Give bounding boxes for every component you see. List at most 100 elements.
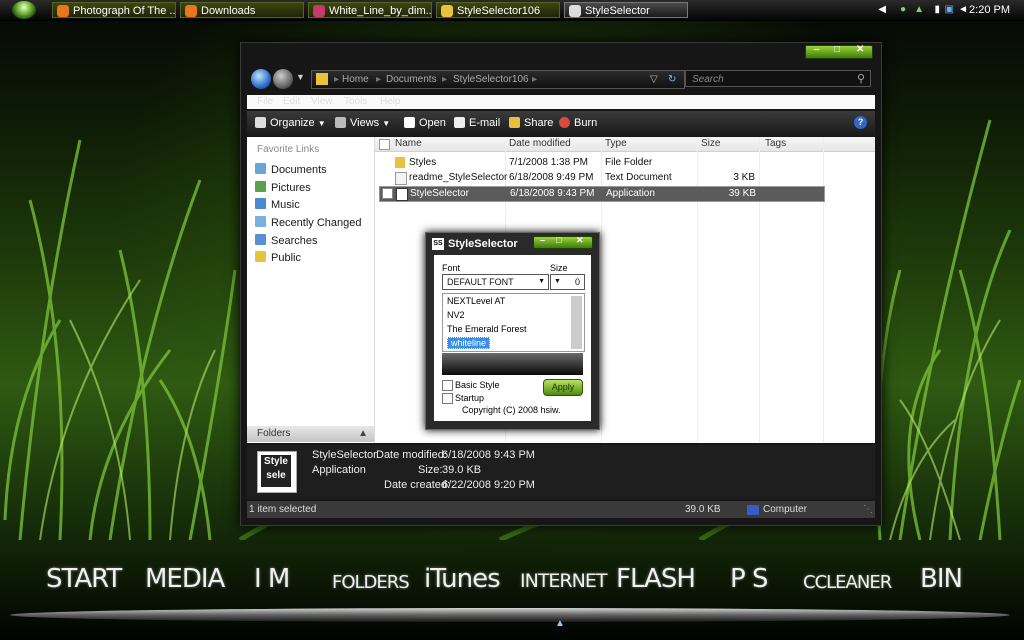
breadcrumb-home[interactable]: Home <box>342 71 369 88</box>
maximize-icon[interactable]: □ <box>556 235 561 245</box>
battery-icon[interactable]: ▮ <box>934 4 940 15</box>
back-icon[interactable] <box>251 69 271 89</box>
search-input[interactable]: Search <box>685 70 871 87</box>
volume-icon[interactable]: ◄ <box>958 4 968 15</box>
dock-item-flash[interactable]: FLASH <box>616 564 696 594</box>
network-icon[interactable]: ▲ <box>914 4 924 15</box>
details-date-modified: 6/18/2008 9:43 PM <box>442 449 535 461</box>
email-button[interactable]: E-mail <box>454 117 500 129</box>
column-name[interactable]: Name <box>395 138 422 149</box>
column-size[interactable]: Size <box>701 138 720 149</box>
copyright-text: Copyright (C) 2008 hsiw. <box>462 405 561 415</box>
share-button[interactable]: Share <box>509 117 553 129</box>
document-icon <box>404 117 415 128</box>
help-icon[interactable]: ? <box>854 116 867 129</box>
styleselector-dialog: SS StyleSelector – □ ✕ Font Size DEFAULT… <box>425 232 600 430</box>
file-size: 3 KB <box>733 172 755 183</box>
breadcrumb-styleselector106[interactable]: StyleSelector106 <box>453 71 529 88</box>
folders-bar[interactable]: Folders ▲ <box>247 426 374 442</box>
dock-item-ccleaner[interactable]: CCLEANER <box>803 572 892 593</box>
dock-item-folders[interactable]: FOLDERS <box>332 572 410 593</box>
start-orb[interactable] <box>12 1 36 19</box>
menu-help[interactable]: Help <box>380 95 401 109</box>
task-button-styleselector106[interactable]: StyleSelector106 <box>436 2 560 18</box>
basic-style-checkbox[interactable] <box>442 380 453 391</box>
details-size: 39.0 KB <box>442 464 482 476</box>
nav-item-documents[interactable]: Documents <box>255 163 327 176</box>
row-checkbox[interactable] <box>382 188 393 199</box>
style-item[interactable]: NV2 <box>447 310 465 320</box>
nav-item-music[interactable]: Music <box>255 198 300 211</box>
dock-item-itunes[interactable]: iTunes <box>424 564 501 594</box>
chevron-down-icon[interactable]: ▼ <box>296 72 305 82</box>
startup-checkbox[interactable] <box>442 393 453 404</box>
task-button-photograph[interactable]: Photograph Of The ... <box>52 2 176 18</box>
organize-button[interactable]: Organize ▼ <box>255 117 326 129</box>
refresh-icon[interactable]: ↻ <box>668 71 676 88</box>
task-button-styleselector[interactable]: StyleSelector <box>564 2 688 18</box>
views-button[interactable]: Views ▼ <box>335 117 390 129</box>
size-label: Size <box>550 263 568 273</box>
nav-item-searches[interactable]: Searches <box>255 234 317 247</box>
chevron-up-icon: ▲ <box>358 428 368 439</box>
dock-item-bin[interactable]: BIN <box>920 564 963 594</box>
burn-label: Burn <box>574 117 598 129</box>
close-icon[interactable]: ✕ <box>856 44 864 55</box>
nav-item-public[interactable]: Public <box>255 251 301 264</box>
size-value: 0 <box>574 277 580 287</box>
status-selection: 1 item selected <box>249 504 317 515</box>
menu-edit[interactable]: Edit <box>283 95 300 109</box>
display-icon[interactable]: ▣ <box>945 4 954 15</box>
open-button[interactable]: Open <box>404 117 446 129</box>
nav-item-pictures[interactable]: Pictures <box>255 181 311 194</box>
chevron-left-icon[interactable]: ◀ <box>878 4 886 15</box>
dock-item-internet[interactable]: INTERNET <box>520 570 607 592</box>
column-type[interactable]: Type <box>605 138 627 149</box>
breadcrumb-documents[interactable]: Documents <box>386 71 437 88</box>
chevron-down-icon[interactable]: ▽ <box>650 71 658 88</box>
scrollbar[interactable] <box>571 296 582 349</box>
dock-item-start[interactable]: START <box>46 564 122 594</box>
close-icon[interactable]: ✕ <box>576 235 584 246</box>
size-stepper[interactable]: ▼ 0 <box>550 274 585 290</box>
disc-icon <box>559 117 570 128</box>
menu-tools[interactable]: Tools <box>344 95 367 109</box>
dock-item-media[interactable]: MEDIA <box>145 564 225 594</box>
forward-icon[interactable] <box>273 69 293 89</box>
address-row: ▼ ▸ Home ▸ Documents ▸ StyleSelector106 … <box>247 67 875 91</box>
style-item[interactable]: The Emerald Forest <box>447 324 527 334</box>
column-date-modified[interactable]: Date modified <box>509 138 571 149</box>
menu-view[interactable]: View <box>311 95 333 109</box>
nav-item-label: Documents <box>271 164 327 176</box>
select-all-checkbox[interactable] <box>379 139 390 150</box>
dock-item-ps[interactable]: P S <box>730 564 768 594</box>
maximize-icon[interactable]: □ <box>834 44 840 55</box>
menu-file[interactable]: File <box>257 95 273 109</box>
column-tags[interactable]: Tags <box>765 138 786 149</box>
task-button-white-line[interactable]: White_Line_by_dim... <box>308 2 432 18</box>
resize-grip-icon[interactable]: ⋱ <box>863 501 873 518</box>
messenger-icon[interactable]: ● <box>900 4 906 15</box>
file-row[interactable]: Styles 7/1/2008 1:38 PM File Folder <box>379 156 823 170</box>
font-select[interactable]: DEFAULT FONT ▼ <box>442 274 549 290</box>
dialog-window-controls: – □ ✕ <box>533 235 593 249</box>
apply-button[interactable]: Apply <box>543 379 583 396</box>
clock[interactable]: 2:20 PM <box>969 4 1010 16</box>
minimize-icon[interactable]: – <box>814 44 820 55</box>
file-date: 7/1/2008 1:38 PM <box>509 157 588 168</box>
dock-item-im[interactable]: I M <box>254 564 290 594</box>
style-item[interactable]: NEXTLevel AT <box>447 296 505 306</box>
file-name: Styles <box>409 157 437 168</box>
search-icon[interactable]: ⚲ <box>857 72 865 85</box>
burn-button[interactable]: Burn <box>559 117 597 129</box>
style-list[interactable]: NEXTLevel AT NV2 The Emerald Forest whit… <box>442 293 585 352</box>
details-file-name: StyleSelector <box>312 449 377 461</box>
app-icon: SS <box>432 238 444 250</box>
nav-item-recently-changed[interactable]: Recently Changed <box>255 216 362 229</box>
address-bar[interactable]: ▸ Home ▸ Documents ▸ StyleSelector106 ▸ … <box>311 70 685 89</box>
file-row-selected[interactable]: StyleSelector 6/18/2008 9:43 PM Applicat… <box>379 186 825 202</box>
task-button-downloads[interactable]: Downloads <box>180 2 304 18</box>
file-row[interactable]: readme_StyleSelector 6/18/2008 9:49 PM T… <box>379 171 823 185</box>
style-item-selected[interactable]: whiteline <box>447 337 491 349</box>
minimize-icon[interactable]: – <box>540 235 545 245</box>
